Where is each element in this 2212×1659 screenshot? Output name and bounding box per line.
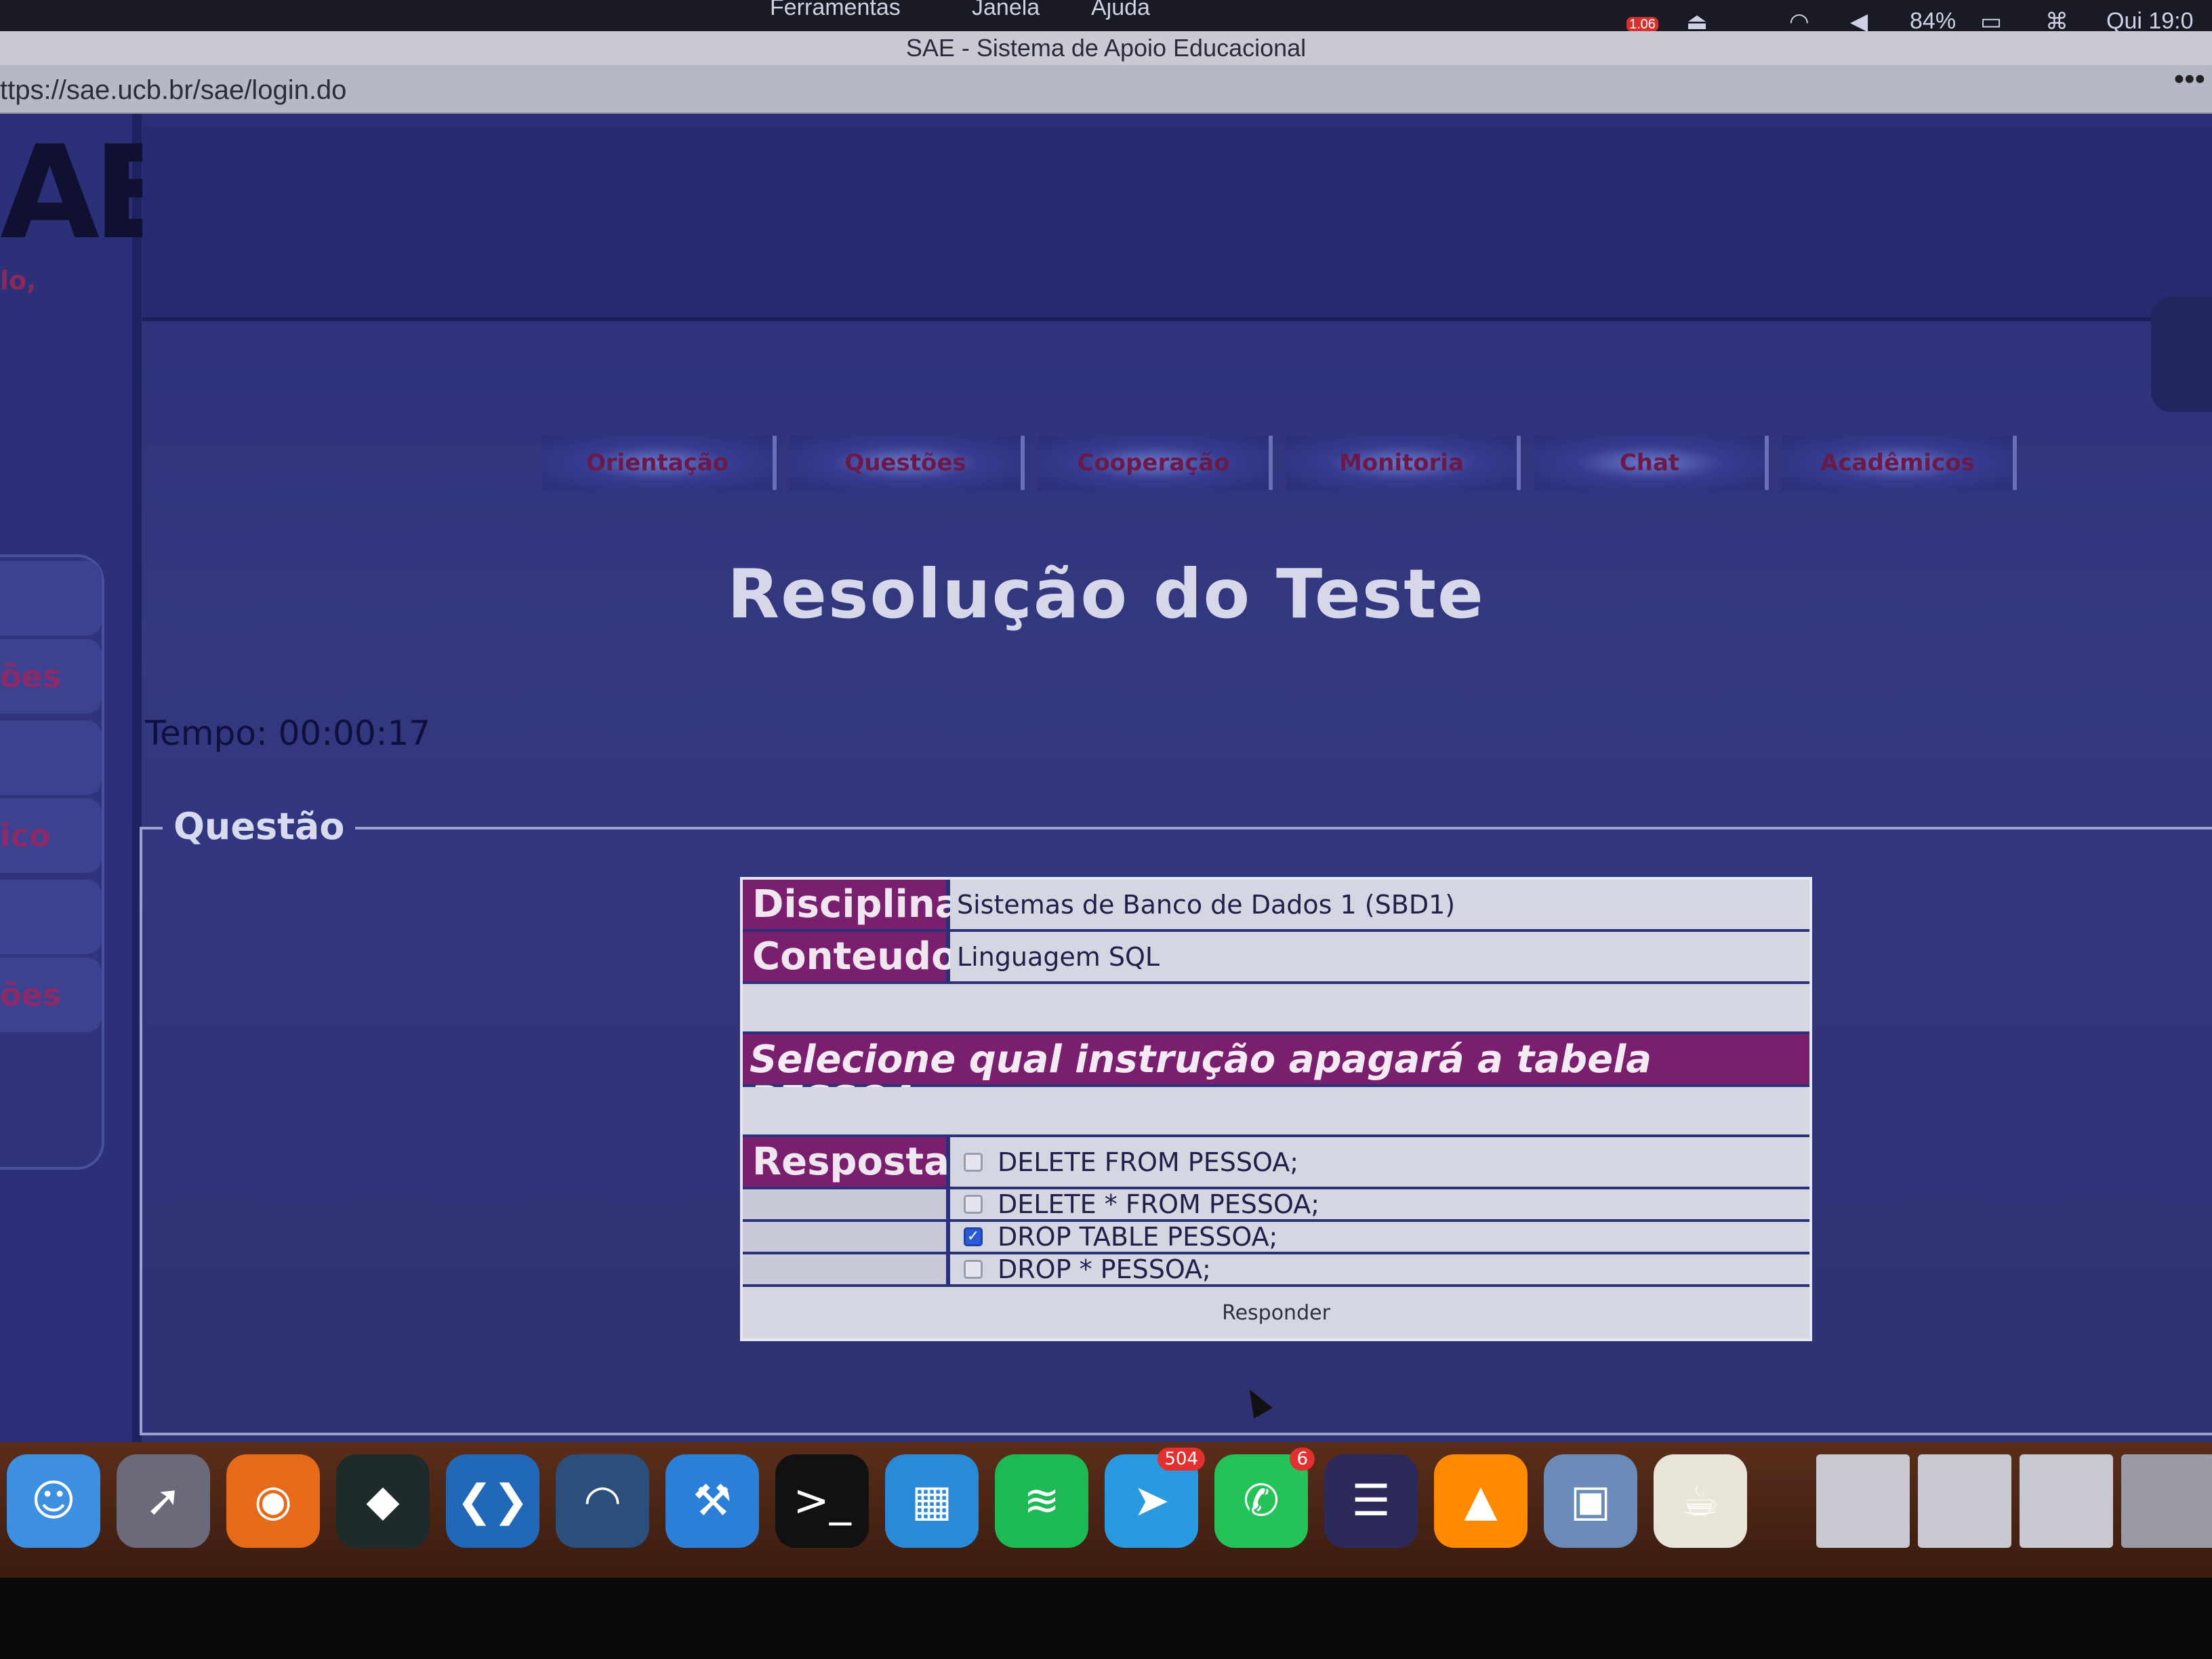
dock-window-thumb-3[interactable]: [2020, 1454, 2113, 1548]
photos-icon[interactable]: ▣: [1544, 1454, 1637, 1548]
tab-academicos[interactable]: Acadêmicos: [1782, 436, 2017, 490]
dock-window-thumb-1[interactable]: [1816, 1454, 1910, 1548]
discipline-label: Disciplina:: [743, 880, 976, 929]
spacer-row: [743, 984, 1809, 1034]
notification-badge: 6: [1290, 1448, 1315, 1471]
discipline-value: Sistemas de Banco de Dados 1 (SBD1): [950, 880, 1809, 929]
empty-label-cell: [743, 1189, 950, 1219]
firefox-icon[interactable]: ◉: [226, 1454, 320, 1548]
answer-label: Resposta:: [743, 1137, 964, 1187]
tab-chat[interactable]: Chat: [1534, 436, 1769, 490]
tab-monitoria[interactable]: Monitoria: [1286, 436, 1521, 490]
more-icon[interactable]: •••: [2174, 57, 2205, 102]
answer-option[interactable]: DROP * PESSOA;: [743, 1254, 1809, 1287]
dock-window-thumb-2[interactable]: [1918, 1454, 2011, 1548]
tab-orientacao[interactable]: Orientação: [542, 436, 777, 490]
java-icon[interactable]: ☕: [1654, 1454, 1747, 1548]
tab-questoes[interactable]: Questões: [790, 436, 1025, 490]
answer-option[interactable]: Resposta: DELETE FROM PESSOA;: [743, 1137, 1809, 1189]
empty-label-cell: [743, 1254, 950, 1284]
responder-button[interactable]: Responder: [1222, 1301, 1330, 1325]
finder-icon[interactable]: ☺: [7, 1454, 100, 1548]
timer: Tempo: 00:00:17: [145, 714, 431, 753]
macos-dock: ☺ ➚ ◉ ◆ ❮❯ ◠ ⚒ >_ ▦ ≋ ➤ 504 ✆ 6 ☰ ▲ ▣ ☕: [0, 1442, 2212, 1578]
sidebar-item-blank[interactable]: [0, 720, 102, 795]
header-right-panel: [2151, 297, 2212, 412]
rocket-icon[interactable]: ➚: [117, 1454, 210, 1548]
option-checkbox-checked[interactable]: ✓: [964, 1227, 983, 1246]
submit-row: Responder: [743, 1287, 1809, 1338]
empty-label-cell: [743, 1222, 950, 1252]
spacer-row: [743, 1087, 1809, 1137]
discipline-row: Disciplina: Sistemas de Banco de Dados 1…: [743, 880, 1809, 932]
whale-icon[interactable]: ▦: [885, 1454, 979, 1548]
left-sidebar: AE lo, ões ico ões: [0, 114, 181, 1442]
screen-bezel: [0, 1578, 2212, 1659]
menu-ferramentas[interactable]: Ferramentas: [770, 0, 901, 21]
whatsapp-icon[interactable]: ✆ 6: [1214, 1448, 1315, 1548]
option-text: DROP * PESSOA;: [998, 1254, 1211, 1284]
answer-option[interactable]: ✓ DROP TABLE PESSOA;: [743, 1222, 1809, 1254]
logo-subtitle: lo,: [0, 266, 37, 295]
trash-icon[interactable]: [2121, 1454, 2212, 1548]
option-checkbox[interactable]: [964, 1152, 983, 1172]
page-title: Resolução do Teste: [727, 554, 1485, 634]
telegram-icon[interactable]: ➤ 504: [1105, 1448, 1205, 1548]
sidebar-item-2[interactable]: ico: [0, 798, 102, 873]
question-table: Disciplina: Sistemas de Banco de Dados 1…: [740, 877, 1812, 1341]
header-strip: [142, 127, 2212, 321]
content-row: Conteudo: Linguagem SQL: [743, 932, 1809, 984]
web-page: AE lo, ões ico ões Orientação Questões C…: [0, 114, 2212, 1442]
eclipse-icon[interactable]: ☰: [1324, 1454, 1418, 1548]
notification-badge: 504: [1158, 1448, 1205, 1471]
cone-icon[interactable]: ▲: [1434, 1454, 1528, 1548]
terminal-icon[interactable]: >_: [775, 1454, 869, 1548]
option-text: DELETE * FROM PESSOA;: [998, 1189, 1320, 1219]
hammer-icon[interactable]: ⚒: [665, 1454, 759, 1548]
sidebar-item-1[interactable]: ões: [0, 639, 102, 714]
sidebar-item-3[interactable]: ões: [0, 958, 102, 1032]
option-checkbox[interactable]: [964, 1195, 983, 1214]
content-value: Linguagem SQL: [950, 932, 1809, 981]
option-text: DELETE FROM PESSOA;: [998, 1147, 1298, 1177]
address-bar[interactable]: ttps://sae.ucb.br/sae/login.do •••: [0, 62, 2212, 114]
question-legend: Questão: [163, 805, 356, 848]
menu-ajuda[interactable]: Ajuda: [1091, 0, 1150, 21]
question-row: Selecione qual instrução apagará a tabel…: [743, 1034, 1809, 1121]
dolphin-icon[interactable]: ◠: [556, 1454, 649, 1548]
tab-cooperacao[interactable]: Cooperação: [1038, 436, 1273, 490]
question-text: Selecione qual instrução apagará a tabel…: [743, 1034, 1809, 1121]
window-title: SAE - Sistema de Apoio Educacional: [0, 31, 2212, 65]
sidebar-item-blank-2[interactable]: [0, 880, 102, 954]
diamond-icon[interactable]: ◆: [336, 1454, 430, 1548]
answer-option[interactable]: DELETE * FROM PESSOA;: [743, 1189, 1809, 1222]
url-text[interactable]: ttps://sae.ucb.br/sae/login.do: [0, 68, 346, 112]
content-label: Conteudo:: [743, 932, 972, 981]
option-checkbox[interactable]: [964, 1260, 983, 1279]
vscode-icon[interactable]: ❮❯: [446, 1454, 539, 1548]
menu-janela[interactable]: Janela: [972, 0, 1040, 21]
option-text: DROP TABLE PESSOA;: [998, 1222, 1278, 1252]
spotify-icon[interactable]: ≋: [995, 1454, 1088, 1548]
